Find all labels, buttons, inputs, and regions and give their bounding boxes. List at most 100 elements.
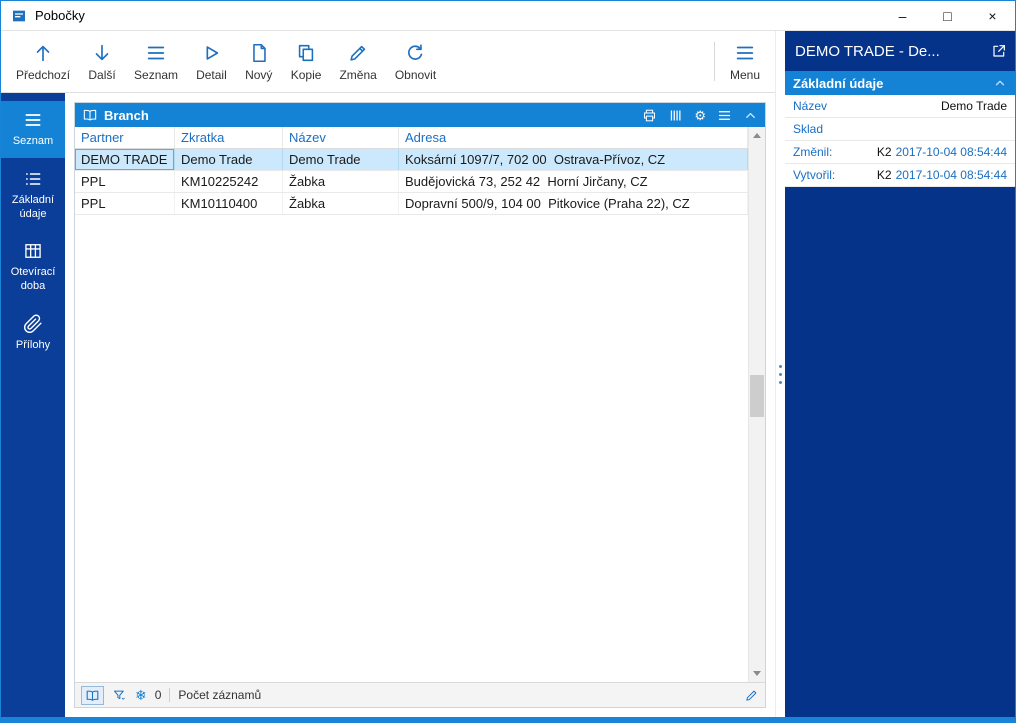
detail-panel-background bbox=[785, 187, 1015, 717]
open-in-new-window-icon[interactable] bbox=[991, 43, 1007, 59]
cell-partner: PPL bbox=[75, 171, 175, 192]
cell-zkratka: KM10110400 bbox=[175, 193, 283, 214]
window-controls: – □ × bbox=[880, 1, 1015, 30]
detail-panel-header: DEMO TRADE - De... bbox=[785, 31, 1015, 71]
play-icon bbox=[200, 42, 222, 64]
cell-zkratka: Demo Trade bbox=[175, 149, 283, 170]
pencil-icon bbox=[347, 42, 369, 64]
cell-adresa: Budějovická 73, 252 42 Horní Jirčany, CZ bbox=[399, 171, 748, 192]
copy-button-label: Kopie bbox=[291, 68, 322, 82]
paperclip-icon bbox=[23, 314, 43, 334]
toolbar: Předchozí Další Seznam Detail bbox=[1, 31, 775, 93]
section-chevron-up-icon[interactable] bbox=[993, 76, 1007, 90]
main-area: Branch ⚙ bbox=[65, 93, 775, 717]
cell-partner: PPL bbox=[75, 193, 175, 214]
branch-table: Partner Zkratka Název Adresa DEMO TRADE … bbox=[75, 127, 748, 682]
cell-adresa: Dopravní 500/9, 104 00 Pitkovice (Praha … bbox=[399, 193, 748, 214]
scroll-down-arrow[interactable] bbox=[749, 665, 766, 682]
column-header-partner[interactable]: Partner bbox=[75, 127, 175, 148]
book-view-toggle[interactable] bbox=[81, 686, 104, 705]
vertical-scrollbar[interactable] bbox=[748, 127, 765, 682]
cell-partner: DEMO TRADE bbox=[75, 149, 175, 170]
cell-nazev: Žabka bbox=[283, 171, 399, 192]
close-button[interactable]: × bbox=[970, 1, 1015, 30]
edit-button-label: Změna bbox=[339, 68, 376, 82]
field-nazev: Název Demo Trade bbox=[785, 95, 1015, 118]
refresh-button[interactable]: Obnovit bbox=[386, 34, 445, 89]
details-icon bbox=[23, 169, 43, 189]
sidebar-item-zakladni-udaje[interactable]: Základní údaje bbox=[1, 160, 65, 231]
maximize-button[interactable]: □ bbox=[925, 1, 970, 30]
scroll-up-arrow[interactable] bbox=[749, 127, 766, 144]
menu-icon bbox=[734, 42, 756, 64]
print-icon[interactable] bbox=[642, 108, 657, 123]
sidebar-item-seznam[interactable]: Seznam bbox=[1, 101, 65, 158]
titlebar: Pobočky – □ × bbox=[1, 1, 1015, 31]
table-row[interactable]: DEMO TRADE Demo Trade Demo Trade Koksárn… bbox=[75, 149, 748, 171]
column-header-nazev[interactable]: Název bbox=[283, 127, 399, 148]
cell-nazev: Demo Trade bbox=[283, 149, 399, 170]
basic-info-fields: Název Demo Trade Sklad Změnil: K2 2017-1… bbox=[785, 95, 1015, 187]
field-label: Změnil: bbox=[793, 145, 832, 159]
table-row[interactable]: PPL KM10225242 Žabka Budějovická 73, 252… bbox=[75, 171, 748, 193]
minimize-button[interactable]: – bbox=[880, 1, 925, 30]
scrollbar-thumb[interactable] bbox=[750, 375, 764, 417]
splitter-dot bbox=[779, 365, 782, 368]
detail-button-label: Detail bbox=[196, 68, 227, 82]
menu-button[interactable]: Menu bbox=[721, 34, 769, 89]
sidebar-item-oteviraci-doba[interactable]: Otevírací doba bbox=[1, 232, 65, 303]
column-header-adresa[interactable]: Adresa bbox=[399, 127, 748, 148]
next-button[interactable]: Další bbox=[79, 34, 125, 89]
field-zmenil: Změnil: K2 2017-10-04 08:54:44 bbox=[785, 141, 1015, 164]
app-icon bbox=[11, 8, 27, 24]
copy-icon bbox=[295, 42, 317, 64]
menu-button-label: Menu bbox=[730, 68, 760, 82]
toolbar-spacer bbox=[445, 34, 708, 89]
list-button[interactable]: Seznam bbox=[125, 34, 187, 89]
field-label: Vytvořil: bbox=[793, 168, 835, 182]
column-header-zkratka[interactable]: Zkratka bbox=[175, 127, 283, 148]
arrow-down-icon bbox=[91, 42, 113, 64]
freeze-icon[interactable]: ❄ bbox=[135, 688, 147, 702]
splitter-dot bbox=[779, 373, 782, 376]
settings-gear-icon[interactable]: ⚙ bbox=[694, 109, 706, 122]
columns-icon[interactable] bbox=[668, 108, 683, 123]
panel-title: Branch bbox=[104, 108, 149, 123]
refresh-icon bbox=[404, 42, 426, 64]
cell-nazev: Žabka bbox=[283, 193, 399, 214]
next-button-label: Další bbox=[88, 68, 115, 82]
previous-button[interactable]: Předchozí bbox=[7, 34, 79, 89]
table-header-row: Partner Zkratka Název Adresa bbox=[75, 127, 748, 149]
field-vytvoril: Vytvořil: K2 2017-10-04 08:54:44 bbox=[785, 164, 1015, 187]
sidebar-item-label: Přílohy bbox=[16, 339, 50, 353]
field-date-value: 2017-10-04 08:54:44 bbox=[896, 145, 1007, 159]
sidebar-item-prilohy[interactable]: Přílohy bbox=[1, 305, 65, 362]
table-empty-area bbox=[75, 215, 748, 682]
previous-button-label: Předchozí bbox=[16, 68, 70, 82]
basic-info-section-header[interactable]: Základní údaje bbox=[785, 71, 1015, 95]
cell-adresa: Koksární 1097/7, 702 00 Ostrava-Přívoz, … bbox=[399, 149, 748, 170]
detail-panel: DEMO TRADE - De... Základní údaje Název … bbox=[785, 31, 1015, 717]
refresh-button-label: Obnovit bbox=[395, 68, 436, 82]
sidebar-item-label: Základní údaje bbox=[3, 194, 63, 222]
collapse-chevron-up-icon[interactable] bbox=[743, 108, 758, 123]
new-document-icon bbox=[248, 42, 270, 64]
copy-button[interactable]: Kopie bbox=[282, 34, 331, 89]
new-button[interactable]: Nový bbox=[236, 34, 282, 89]
sidebar-item-label: Otevírací doba bbox=[3, 266, 63, 294]
schedule-icon bbox=[23, 241, 43, 261]
book-icon bbox=[82, 107, 98, 123]
window-title: Pobočky bbox=[35, 8, 85, 23]
table-row[interactable]: PPL KM10110400 Žabka Dopravní 500/9, 104… bbox=[75, 193, 748, 215]
field-value: K2 bbox=[877, 145, 892, 159]
filter-icon[interactable] bbox=[112, 688, 127, 703]
panel-menu-icon[interactable] bbox=[717, 108, 732, 123]
panel-splitter[interactable] bbox=[775, 31, 785, 717]
list-button-label: Seznam bbox=[134, 68, 178, 82]
detail-button[interactable]: Detail bbox=[187, 34, 236, 89]
edit-button[interactable]: Změna bbox=[330, 34, 385, 89]
record-count-value: 0 bbox=[155, 688, 162, 702]
field-label: Název bbox=[793, 99, 827, 113]
edit-pencil-icon[interactable] bbox=[744, 688, 759, 703]
field-sklad: Sklad bbox=[785, 118, 1015, 141]
